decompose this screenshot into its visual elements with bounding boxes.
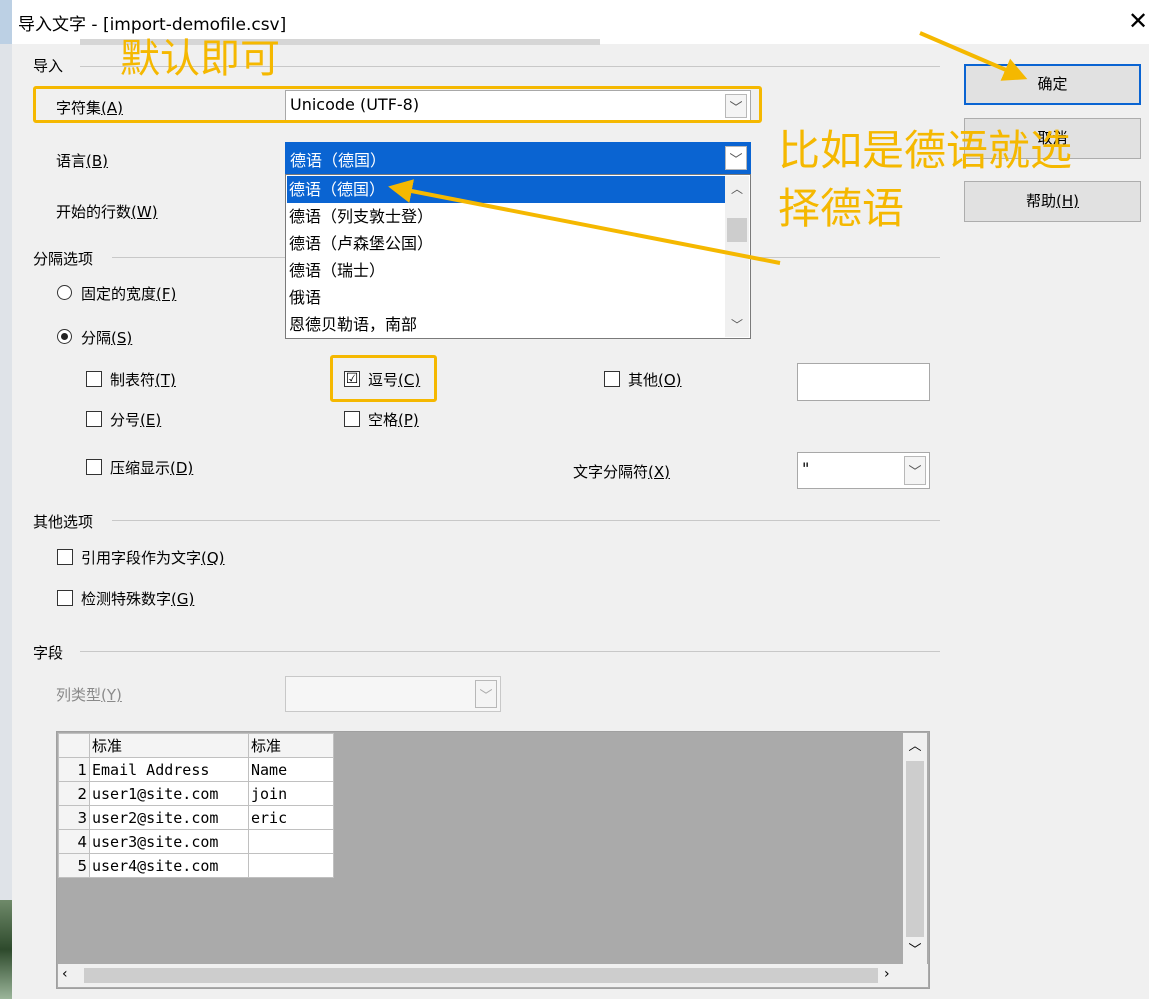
annotation-arrows (388, 31, 1028, 265)
arrow-to-german-option (388, 179, 781, 265)
arrow-to-ok-button (919, 31, 1028, 81)
